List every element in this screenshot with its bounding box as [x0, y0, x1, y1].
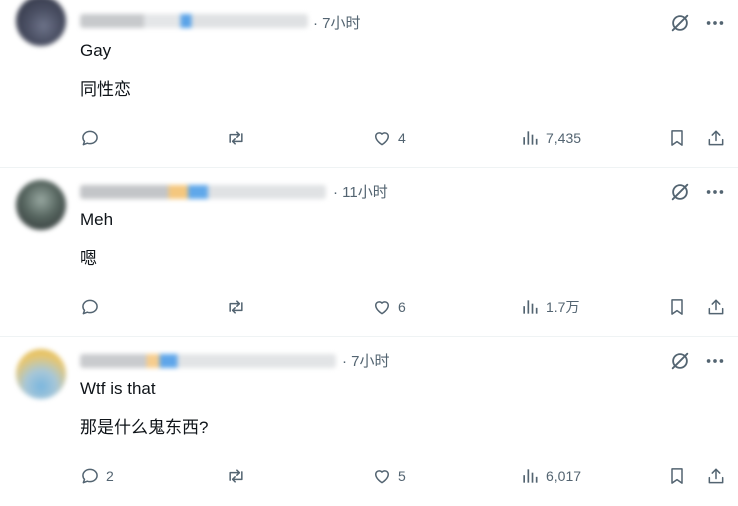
- grok-icon[interactable]: [669, 12, 691, 34]
- repost-button[interactable]: [226, 293, 252, 321]
- share-button[interactable]: [706, 293, 726, 321]
- more-dots-icon[interactable]: [704, 181, 726, 203]
- view-count: 6,017: [546, 468, 582, 484]
- post-text-translation: 同性恋: [80, 80, 131, 99]
- post-time[interactable]: · 11小时: [333, 181, 388, 202]
- views-button[interactable]: 7,435: [520, 124, 581, 152]
- post-text-translation: 嗯: [80, 249, 97, 268]
- views-button[interactable]: 6,017: [520, 462, 581, 490]
- reply-button[interactable]: 2: [80, 462, 114, 490]
- reply-post[interactable]: · 7小时 Gay 同性恋 4 7,435: [0, 0, 738, 168]
- action-bar: 4 7,435: [0, 124, 738, 152]
- repost-icon: [229, 469, 243, 483]
- reply-button[interactable]: [80, 124, 106, 152]
- like-button[interactable]: 6: [372, 293, 406, 321]
- avatar[interactable]: [16, 0, 66, 46]
- grok-icon[interactable]: [669, 181, 691, 203]
- bookmark-button[interactable]: [667, 293, 687, 321]
- reply-post[interactable]: · 11小时 Meh 嗯 6 1.7万: [0, 169, 738, 337]
- like-count: 5: [398, 468, 406, 484]
- post-divider: [0, 336, 738, 337]
- post-text-translation: 那是什么鬼东西?: [80, 418, 209, 437]
- reply-post[interactable]: · 7小时 Wtf is that 那是什么鬼东西? 2 5 6,017: [0, 338, 738, 506]
- post-text-original: Gay: [80, 41, 112, 60]
- view-count: 1.7万: [546, 299, 580, 315]
- heart-icon: [375, 132, 389, 146]
- more-dots-icon[interactable]: [704, 350, 726, 372]
- bookmark-button[interactable]: [667, 124, 687, 152]
- post-divider: [0, 167, 738, 168]
- post-text-original: Meh: [80, 210, 114, 229]
- share-icon: [708, 468, 724, 484]
- heart-icon: [375, 470, 389, 484]
- reply-count: 2: [106, 468, 114, 484]
- reply-button[interactable]: [80, 293, 106, 321]
- bookmark-button[interactable]: [667, 462, 687, 490]
- action-bar: 2 5 6,017: [0, 462, 738, 490]
- views-chart-icon: [523, 300, 538, 314]
- bookmark-icon: [671, 468, 683, 484]
- avatar[interactable]: [16, 180, 66, 230]
- bookmark-icon: [671, 130, 683, 146]
- like-count: 6: [398, 299, 406, 315]
- like-count: 4: [398, 130, 406, 146]
- reply-icon: [82, 468, 98, 484]
- post-time[interactable]: · 7小时: [313, 12, 361, 33]
- reply-icon: [82, 299, 98, 315]
- share-icon: [708, 299, 724, 315]
- action-bar: 6 1.7万: [0, 293, 738, 321]
- blurred-username[interactable]: [80, 14, 308, 28]
- blurred-username[interactable]: [80, 354, 336, 368]
- view-count: 7,435: [546, 130, 582, 146]
- avatar[interactable]: [16, 349, 66, 399]
- more-dots-icon[interactable]: [704, 12, 726, 34]
- heart-icon: [375, 301, 389, 315]
- share-button[interactable]: [706, 124, 726, 152]
- grok-icon[interactable]: [669, 350, 691, 372]
- like-button[interactable]: 5: [372, 462, 406, 490]
- blurred-username[interactable]: [80, 185, 326, 199]
- views-button[interactable]: 1.7万: [520, 293, 579, 321]
- share-icon: [708, 130, 724, 146]
- repost-button[interactable]: [226, 124, 252, 152]
- bookmark-icon: [671, 299, 683, 315]
- post-text-original: Wtf is that: [80, 379, 156, 398]
- post-time[interactable]: · 7小时: [342, 350, 390, 371]
- views-chart-icon: [523, 131, 538, 145]
- repost-icon: [229, 131, 243, 145]
- like-button[interactable]: 4: [372, 124, 406, 152]
- reply-icon: [82, 130, 98, 146]
- repost-icon: [229, 300, 243, 314]
- share-button[interactable]: [706, 462, 726, 490]
- views-chart-icon: [523, 469, 538, 483]
- repost-button[interactable]: [226, 462, 252, 490]
